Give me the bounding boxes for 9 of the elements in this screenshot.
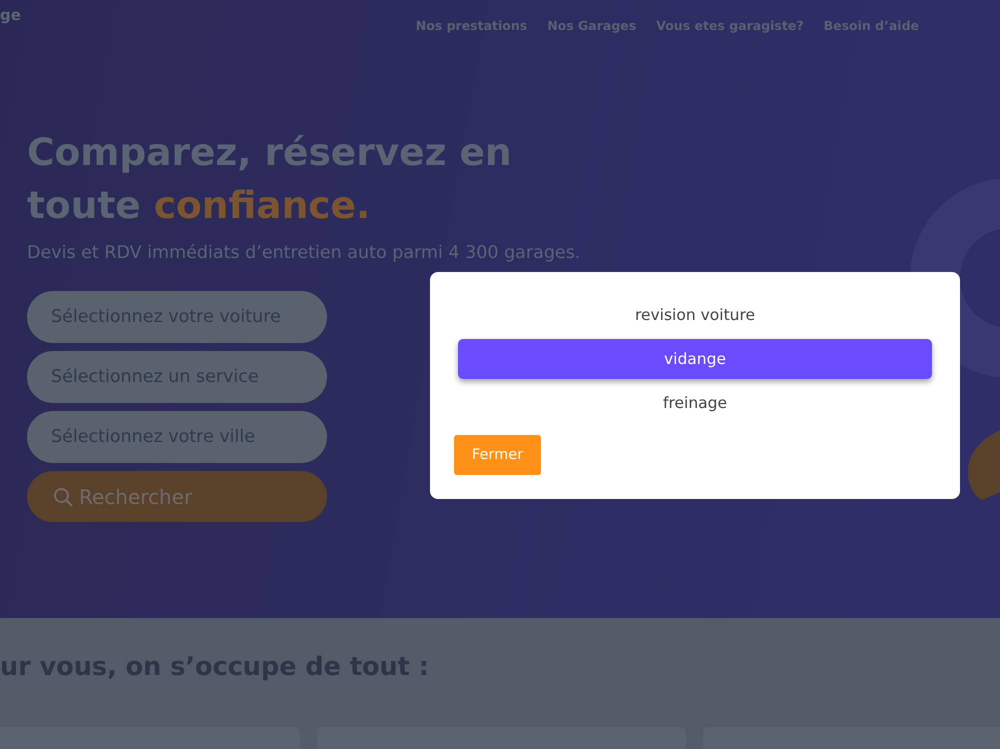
hero-title: Comparez, réservez en toute confiance. xyxy=(27,129,513,229)
logo-text[interactable]: ge xyxy=(0,6,21,24)
close-button[interactable]: Fermer xyxy=(454,435,541,475)
search-icon xyxy=(53,486,73,506)
service-option[interactable]: freinage xyxy=(458,383,932,423)
decorative-blob-drawing xyxy=(968,430,1000,500)
service-option[interactable]: revision voiture xyxy=(458,295,932,335)
service-option[interactable]: vidange xyxy=(458,339,932,379)
search-button[interactable]: Rechercher xyxy=(27,471,327,522)
